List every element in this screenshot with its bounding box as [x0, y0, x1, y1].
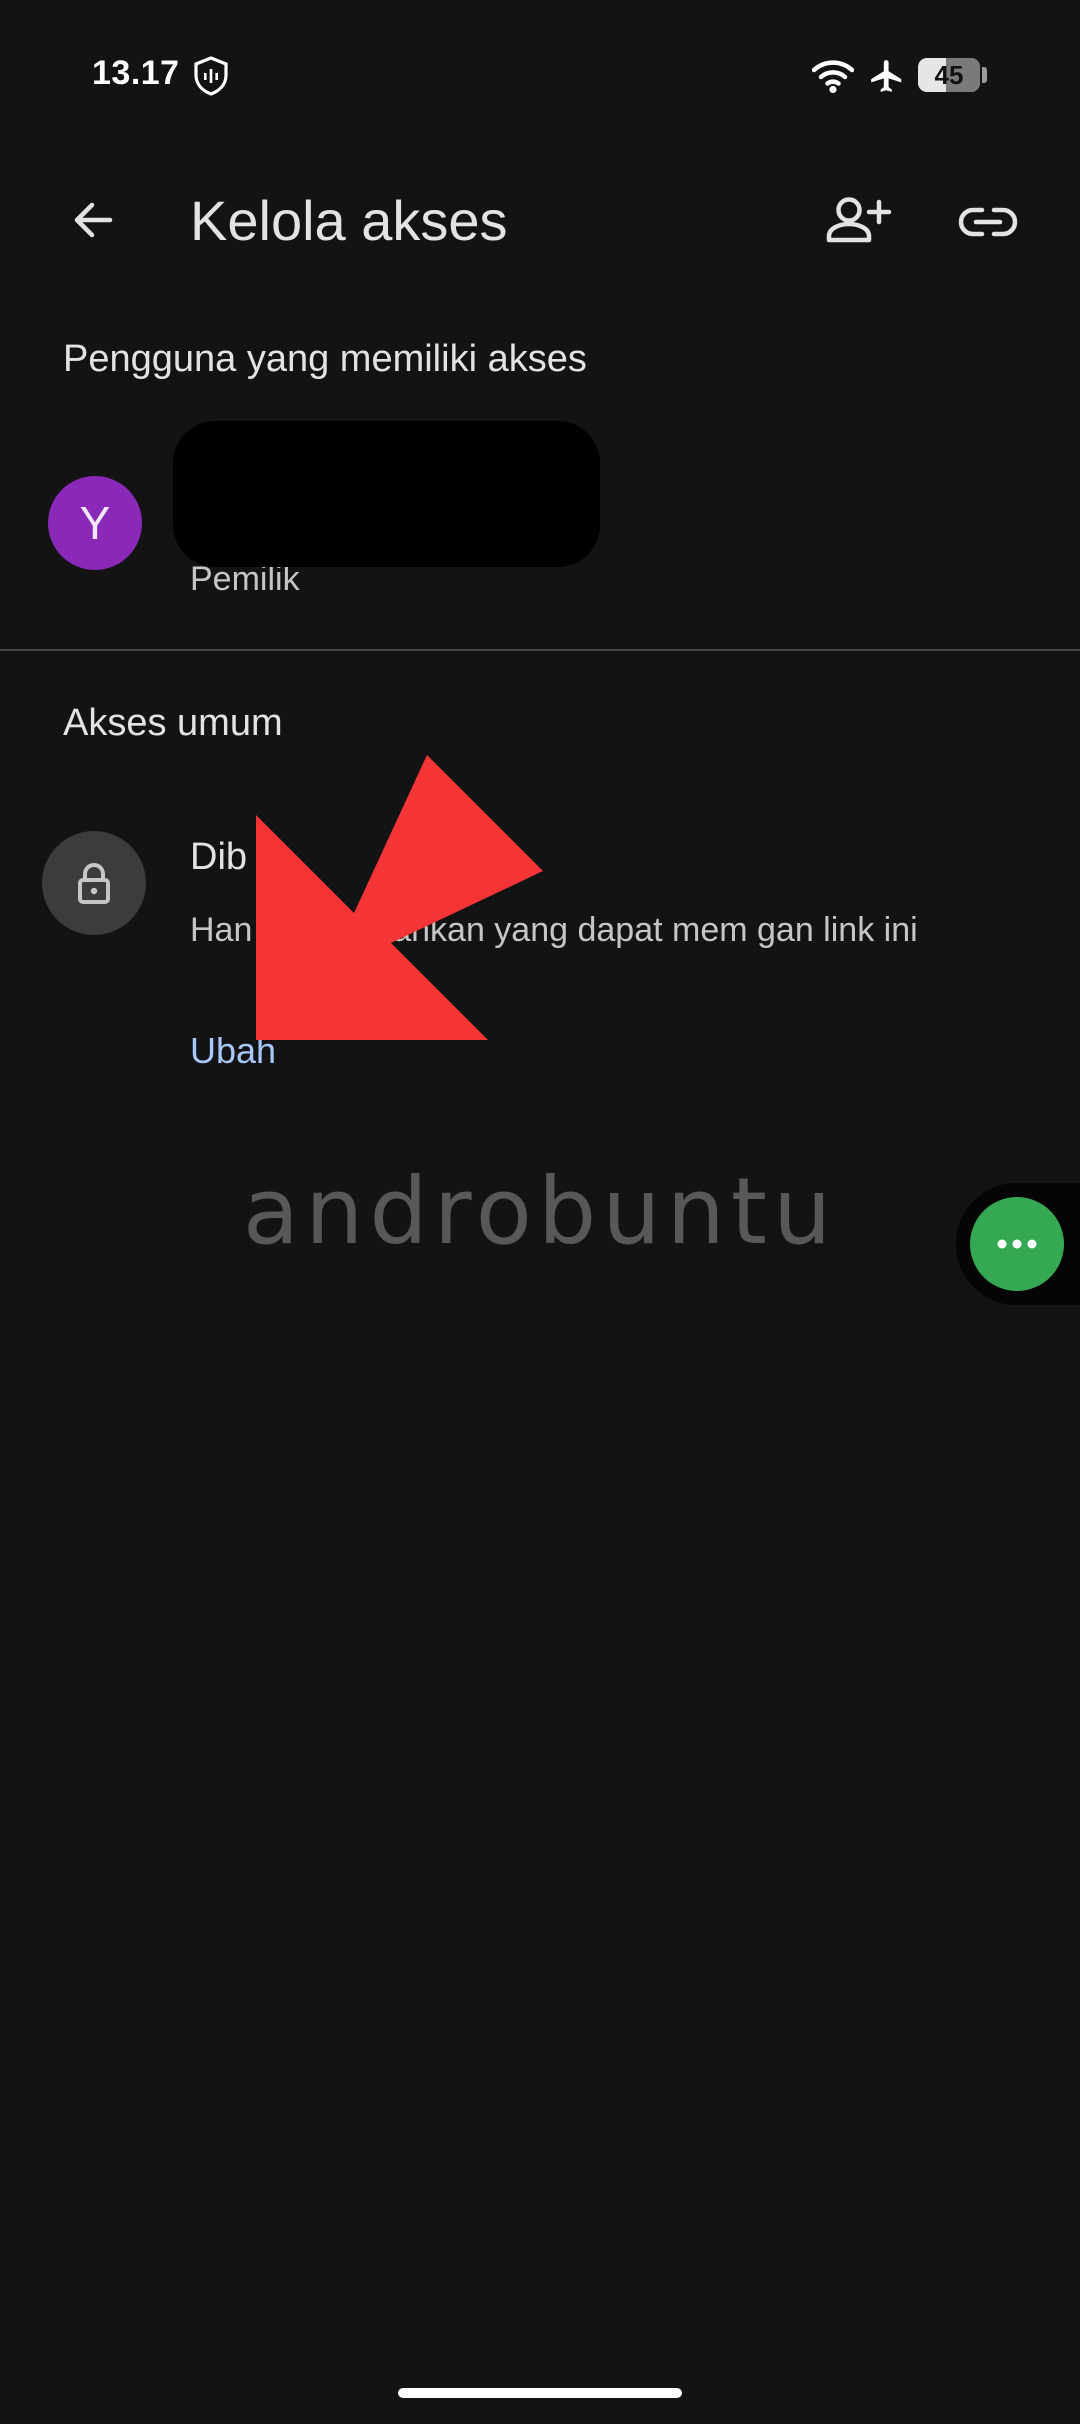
link-icon[interactable]: [948, 182, 1028, 262]
page-title: Kelola akses: [190, 189, 508, 252]
avatar: Y: [48, 476, 142, 570]
gesture-bar[interactable]: [398, 2388, 682, 2398]
status-time: 13.17: [92, 54, 180, 92]
red-arrow-overlay: [256, 755, 543, 1040]
divider: [0, 649, 1080, 651]
wifi-icon: [812, 60, 854, 94]
shield-icon: [194, 56, 228, 96]
watermark: androbuntu: [242, 1158, 838, 1265]
back-arrow-icon[interactable]: [58, 184, 130, 256]
floating-bubble-button[interactable]: [970, 1197, 1064, 1291]
more-dots-icon: [997, 1239, 1037, 1249]
add-person-icon[interactable]: [818, 182, 898, 262]
general-access-heading: Akses umum: [63, 702, 283, 744]
redacted-user-name: [173, 421, 600, 567]
battery-icon: 45: [918, 58, 980, 92]
battery-tip: [982, 67, 987, 83]
users-with-access-heading: Pengguna yang memiliki akses: [63, 338, 587, 380]
airplane-icon: [871, 60, 902, 92]
battery-level: 45: [934, 59, 964, 90]
access-title[interactable]: Dib: [190, 836, 247, 879]
lock-icon: [42, 831, 146, 935]
